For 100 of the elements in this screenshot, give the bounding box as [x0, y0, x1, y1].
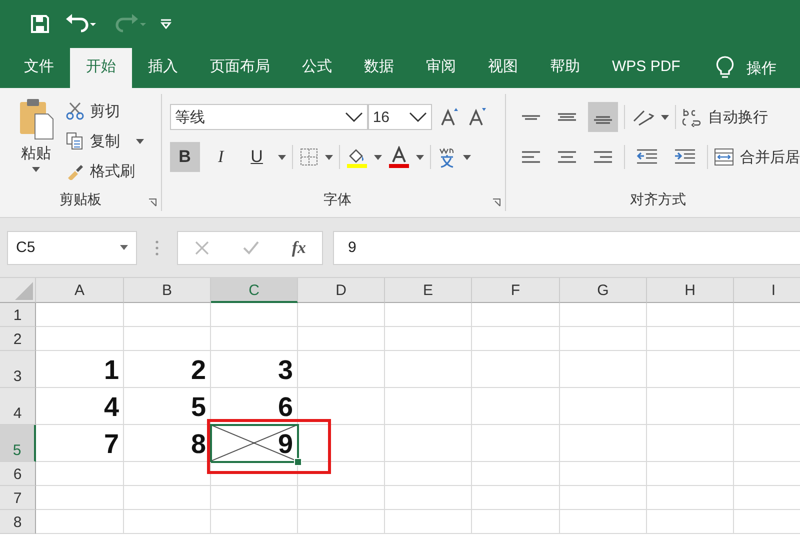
ribbon-tab[interactable]: 视图: [472, 48, 534, 88]
empty-cell[interactable]: [560, 510, 647, 534]
empty-cell[interactable]: [124, 510, 211, 534]
empty-cell[interactable]: [298, 327, 385, 351]
empty-cell[interactable]: [560, 327, 647, 351]
ribbon-tab[interactable]: 插入: [132, 48, 194, 88]
empty-cell[interactable]: [647, 388, 734, 425]
empty-cell[interactable]: [472, 425, 560, 462]
cell-value[interactable]: 1: [36, 351, 124, 388]
column-header[interactable]: B: [124, 278, 211, 303]
empty-cell[interactable]: [647, 425, 734, 462]
increase-indent-icon[interactable]: [674, 149, 696, 165]
cell-value[interactable]: 8: [124, 425, 211, 462]
empty-cell[interactable]: [560, 303, 647, 327]
empty-cell[interactable]: [472, 486, 560, 510]
empty-cell[interactable]: [298, 351, 385, 388]
undo-icon[interactable]: [64, 14, 98, 34]
tell-me-label[interactable]: 操作: [746, 50, 776, 88]
empty-cell[interactable]: [298, 303, 385, 327]
insert-function-button[interactable]: fx: [292, 238, 306, 258]
empty-cell[interactable]: [647, 510, 734, 534]
empty-cell[interactable]: [472, 327, 560, 351]
empty-cell[interactable]: [647, 351, 734, 388]
shrink-font-icon[interactable]: [468, 107, 488, 127]
column-header[interactable]: F: [472, 278, 560, 303]
fill-handle[interactable]: [294, 458, 302, 466]
row-header[interactable]: 6: [0, 462, 36, 486]
cut-button[interactable]: 剪切: [66, 98, 144, 124]
select-all-button[interactable]: [0, 278, 36, 303]
merge-center-button[interactable]: 合并后居: [714, 144, 800, 170]
ribbon-tab[interactable]: 页面布局: [194, 48, 286, 88]
empty-cell[interactable]: [560, 388, 647, 425]
row-header[interactable]: 8: [0, 510, 36, 534]
empty-cell[interactable]: [472, 462, 560, 486]
borders-icon[interactable]: [298, 147, 319, 167]
cancel-icon[interactable]: [194, 240, 210, 256]
grow-font-icon[interactable]: [440, 107, 460, 127]
column-header[interactable]: C: [211, 278, 298, 303]
cell-value[interactable]: 7: [36, 425, 124, 462]
empty-cell[interactable]: [211, 327, 298, 351]
empty-cell[interactable]: [385, 351, 472, 388]
empty-cell[interactable]: [124, 303, 211, 327]
column-header[interactable]: I: [734, 278, 800, 303]
empty-cell[interactable]: [647, 486, 734, 510]
ribbon-tab[interactable]: 开始: [70, 48, 132, 88]
align-center-icon[interactable]: [557, 150, 577, 164]
empty-cell[interactable]: [472, 351, 560, 388]
column-header[interactable]: E: [385, 278, 472, 303]
dialog-launcher-icon[interactable]: [492, 198, 501, 207]
cell-value[interactable]: 4: [36, 388, 124, 425]
diagonal-cell-value[interactable]: 9: [211, 425, 298, 462]
enter-checkmark-icon[interactable]: [242, 240, 260, 256]
empty-cell[interactable]: [211, 303, 298, 327]
column-header[interactable]: A: [36, 278, 124, 303]
empty-cell[interactable]: [385, 388, 472, 425]
cell-value[interactable]: 2: [124, 351, 211, 388]
empty-cell[interactable]: [211, 486, 298, 510]
column-header[interactable]: D: [298, 278, 385, 303]
empty-cell[interactable]: [385, 303, 472, 327]
align-right-icon[interactable]: [593, 150, 613, 164]
empty-cell[interactable]: [385, 462, 472, 486]
column-header[interactable]: G: [560, 278, 647, 303]
empty-cell[interactable]: [560, 351, 647, 388]
lightbulb-icon[interactable]: [716, 56, 734, 80]
empty-cell[interactable]: [385, 510, 472, 534]
empty-cell[interactable]: [647, 462, 734, 486]
caret-icon[interactable]: [324, 154, 333, 160]
align-left-icon[interactable]: [521, 150, 541, 164]
empty-cell[interactable]: [124, 486, 211, 510]
caret-icon[interactable]: [416, 154, 424, 160]
row-header[interactable]: 3: [0, 351, 36, 388]
empty-cell[interactable]: [298, 462, 385, 486]
empty-cell[interactable]: [560, 462, 647, 486]
ribbon-tab[interactable]: 审阅: [410, 48, 472, 88]
dialog-launcher-icon[interactable]: [148, 198, 157, 207]
empty-cell[interactable]: [647, 303, 734, 327]
underline-button[interactable]: U: [242, 142, 272, 172]
wrap-text-button[interactable]: 自动换行: [682, 104, 768, 130]
ribbon-tab[interactable]: 文件: [8, 48, 70, 88]
caret-icon[interactable]: [278, 154, 286, 160]
format-painter-button[interactable]: 格式刷: [66, 158, 144, 184]
empty-cell[interactable]: [124, 462, 211, 486]
empty-cell[interactable]: [211, 510, 298, 534]
caret-icon[interactable]: [462, 154, 471, 160]
bottom-align-button[interactable]: [588, 102, 618, 132]
name-box[interactable]: C5: [7, 230, 137, 264]
empty-cell[interactable]: [472, 303, 560, 327]
paste-button[interactable]: 粘贴: [0, 94, 60, 189]
empty-cell[interactable]: [124, 327, 211, 351]
empty-cell[interactable]: [472, 510, 560, 534]
empty-cell[interactable]: [385, 327, 472, 351]
ribbon-tab[interactable]: 帮助: [534, 48, 596, 88]
bold-button[interactable]: B: [170, 142, 200, 172]
caret-icon[interactable]: [374, 154, 382, 160]
empty-cell[interactable]: [298, 388, 385, 425]
caret-icon[interactable]: [661, 114, 669, 120]
font-name-dropdown[interactable]: 等线: [170, 104, 368, 130]
cell-value[interactable]: 3: [211, 351, 298, 388]
row-header[interactable]: 1: [0, 303, 36, 327]
ribbon-tab[interactable]: 数据: [348, 48, 410, 88]
